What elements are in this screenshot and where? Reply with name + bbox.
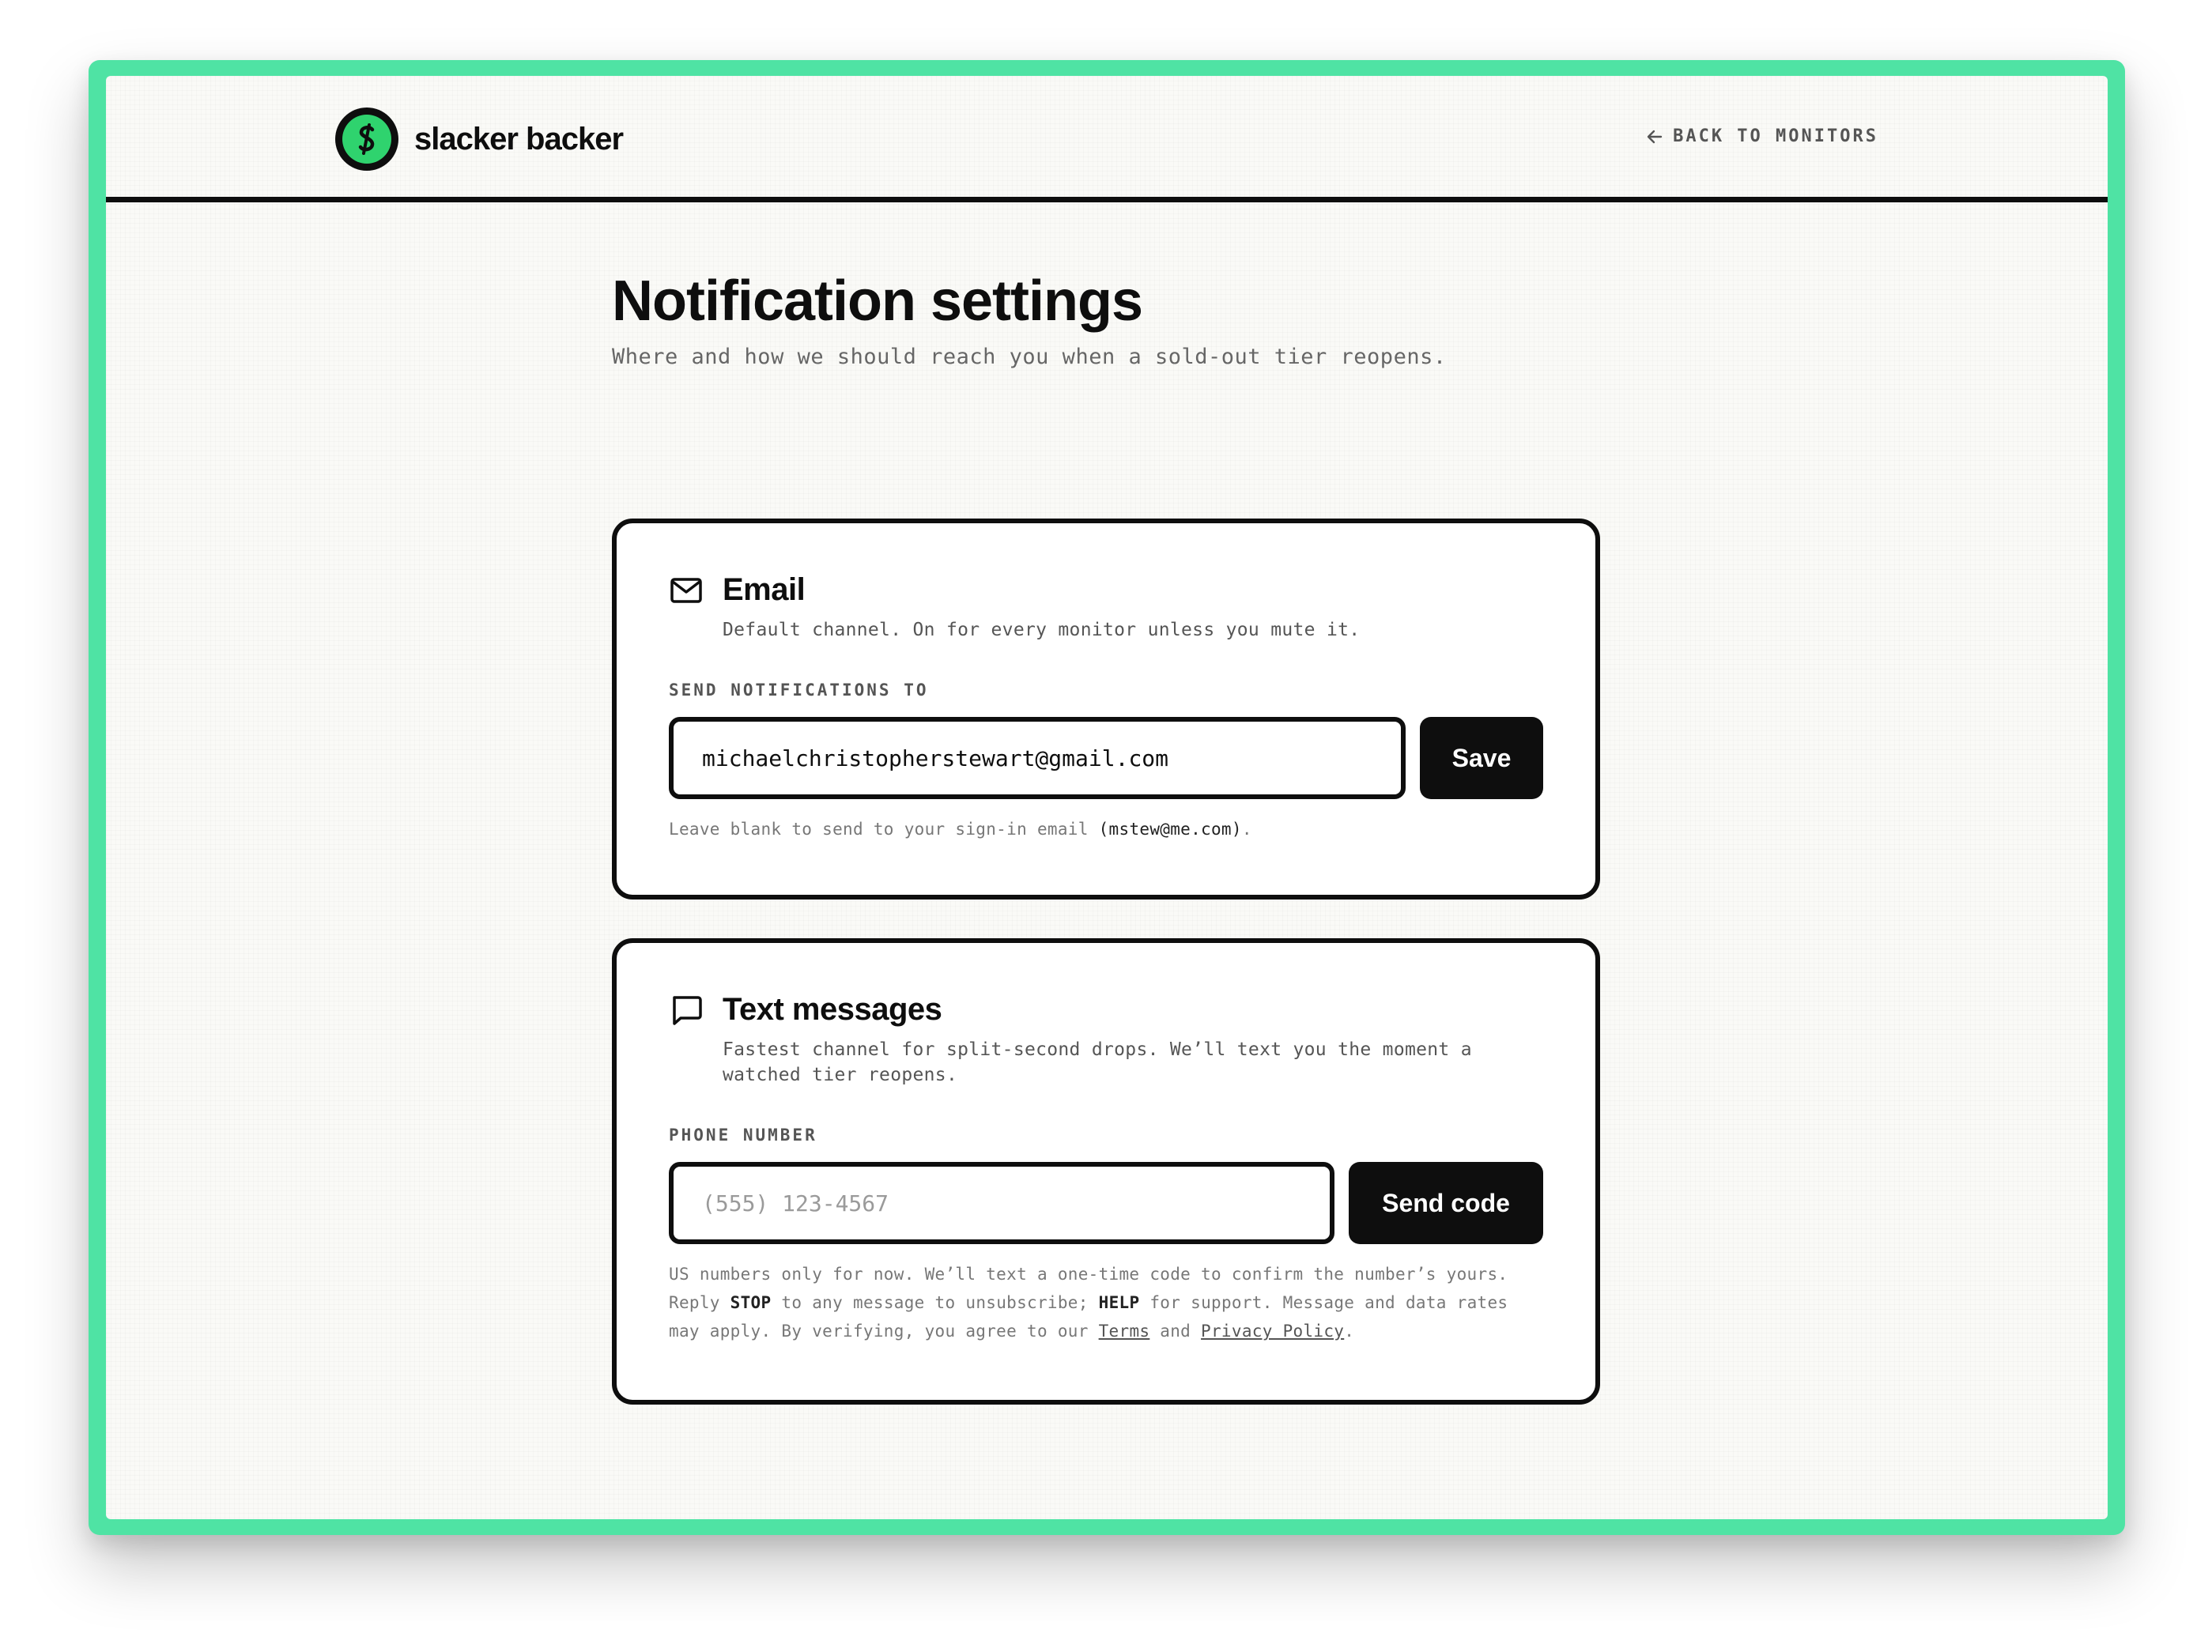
- phone-field-label: PHONE NUMBER: [669, 1126, 817, 1145]
- help-keyword: HELP: [1098, 1293, 1140, 1312]
- brand[interactable]: slacker backer: [335, 107, 624, 171]
- email-hint-text: Leave blank to send to your sign-in emai…: [669, 820, 1099, 839]
- arrow-left-icon: [1647, 130, 1663, 143]
- sms-card: Text messages Fastest channel for split-…: [612, 938, 1600, 1405]
- brand-name: slacker backer: [414, 121, 624, 157]
- page-subtitle: Where and how we should reach you when a…: [612, 345, 1447, 369]
- terms-link[interactable]: Terms: [1099, 1322, 1150, 1341]
- logo-icon: [342, 115, 391, 164]
- send-code-button[interactable]: Send code: [1349, 1162, 1543, 1244]
- email-input-row: Save: [669, 717, 1543, 799]
- sms-hint-end: .: [1344, 1322, 1355, 1341]
- sms-card-header: Text messages: [669, 992, 1543, 1028]
- envelope-icon: [670, 577, 702, 603]
- email-card-title: Email: [723, 572, 806, 607]
- email-card: Email Default channel. On for every moni…: [612, 519, 1600, 900]
- sms-card-title: Text messages: [723, 992, 942, 1027]
- window-frame: slacker backer BACK TO MONITORS Notifica…: [89, 60, 2125, 1535]
- privacy-policy-link[interactable]: Privacy Policy: [1201, 1322, 1344, 1341]
- email-card-header: Email: [669, 572, 1543, 608]
- back-to-monitors-link[interactable]: BACK TO MONITORS: [1646, 126, 1878, 146]
- back-link-label: BACK TO MONITORS: [1673, 126, 1878, 146]
- page-title: Notification settings: [612, 270, 1143, 333]
- email-input[interactable]: [669, 717, 1406, 799]
- sms-hint-and: and: [1149, 1322, 1202, 1341]
- email-hint-end: .: [1241, 820, 1252, 839]
- app-screen: slacker backer BACK TO MONITORS Notifica…: [106, 76, 2108, 1519]
- phone-input-row: Send code: [669, 1162, 1543, 1244]
- sms-hint: US numbers only for now. We’ll text a on…: [669, 1260, 1543, 1345]
- top-header: slacker backer BACK TO MONITORS: [106, 76, 2108, 202]
- phone-input[interactable]: [669, 1162, 1334, 1244]
- sms-card-description: Fastest channel for split-second drops. …: [723, 1039, 1472, 1085]
- email-field-label: SEND NOTIFICATIONS TO: [669, 681, 929, 700]
- chat-bubble-icon: [673, 995, 702, 1025]
- email-hint: Leave blank to send to your sign-in emai…: [669, 815, 1543, 843]
- email-card-description: Default channel. On for every monitor un…: [723, 620, 1361, 640]
- logo: [335, 107, 398, 171]
- dollar-s-icon: [358, 123, 375, 155]
- sms-hint-part2: to any message to unsubscribe;: [771, 1293, 1099, 1312]
- stop-keyword: STOP: [730, 1293, 772, 1312]
- save-button[interactable]: Save: [1420, 717, 1543, 799]
- main-content: Notification settings Where and how we s…: [612, 266, 1600, 1405]
- sign-in-email: (mstew@me.com): [1098, 820, 1242, 839]
